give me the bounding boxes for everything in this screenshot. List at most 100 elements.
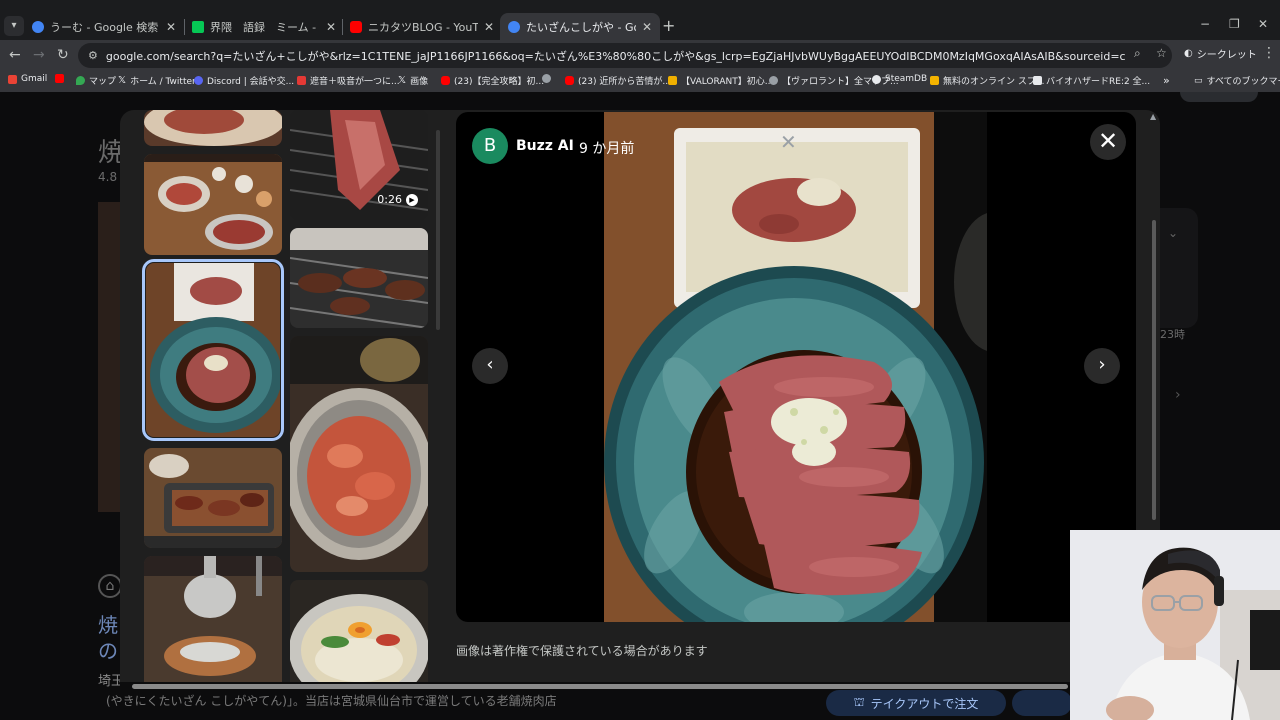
tab-title: たいざんこしがや - Google 検索 <box>526 20 636 34</box>
incognito-indicator[interactable]: ◐ シークレット <box>1184 46 1257 61</box>
thumbnail-scrollbar[interactable] <box>436 130 440 330</box>
bookmark-gmail[interactable]: Gmail <box>8 74 47 84</box>
all-bookmarks[interactable]: ▭すべてのブックマーク <box>1194 74 1280 88</box>
incognito-icon: ◐ <box>1184 48 1193 59</box>
thumbnail-image[interactable] <box>144 154 282 255</box>
bookmark-twitter[interactable]: 𝕏 ホーム / Twitter <box>118 74 196 87</box>
close-tab-icon[interactable]: ✕ <box>326 20 336 34</box>
incognito-label: シークレット <box>1196 50 1257 61</box>
grill-meat-thumbnail <box>290 228 428 328</box>
thumbnail-image[interactable] <box>144 448 282 548</box>
result-link[interactable]: 焼の <box>98 612 118 664</box>
bookmark-discord[interactable]: Discord | 会話や交... <box>194 74 294 87</box>
google-favicon-icon <box>32 20 44 33</box>
bookmark-youtube-noise[interactable]: (23) 近所から苦情が... <box>565 74 671 87</box>
takeout-button[interactable]: ⛫ テイクアウトで注文 <box>826 690 1006 716</box>
browser-menu-icon[interactable]: ⋮ <box>1262 45 1276 61</box>
secondary-button[interactable] <box>1012 690 1072 716</box>
meat-bowl-thumbnail <box>290 336 428 572</box>
window-close-button[interactable]: ✕ <box>1258 17 1268 31</box>
thumbnail-image-selected[interactable] <box>142 259 284 441</box>
viewer-scrollbar[interactable] <box>1152 220 1156 520</box>
close-icon: ✕ <box>1097 127 1119 155</box>
result-description: (やきにくたいざん こしがやてん)」。当店は宮城県仙台市で運営している老舗焼肉店 <box>106 694 557 708</box>
scroll-up-arrow-icon[interactable]: ▲ <box>1150 112 1156 121</box>
thumbnail-image[interactable] <box>290 580 428 690</box>
bookmark-biohazard[interactable]: バイオハザードRE:2 全... <box>1033 74 1150 87</box>
main-image-panel: B Buzz AI · 9 か月前 ‹ › ✕ <box>456 112 1136 622</box>
bookmark-globe[interactable] <box>542 74 555 83</box>
bookmark-star-icon[interactable]: ☆ <box>1156 46 1167 60</box>
source-name[interactable]: Buzz AI <box>516 138 574 154</box>
address-bar[interactable]: ⚙ google.com/search?q=たいざん+こしがや&rlz=1C1T… <box>78 43 1172 68</box>
steamdb-icon <box>872 74 881 84</box>
business-photo <box>98 202 120 512</box>
url-text[interactable]: google.com/search?q=たいざん+こしがや&rlz=1C1TEN… <box>106 48 1126 64</box>
horizontal-scrollbar[interactable] <box>132 684 1068 689</box>
close-icon[interactable]: ✕ <box>780 130 797 154</box>
chevron-right-icon: › <box>1098 354 1106 375</box>
tab-title: 界隈 語録 ミーム - LINE スタンプ <box>210 20 320 34</box>
bookmark-spreadsheet[interactable]: 無料のオンライン スプ... <box>930 74 1044 87</box>
zoom-icon[interactable]: ⌕ <box>1134 46 1141 61</box>
minimize-button[interactable]: − <box>1200 17 1210 31</box>
bookmark-maps[interactable]: マップ <box>76 74 116 87</box>
bookmark-youtube[interactable] <box>55 74 68 83</box>
thumbnail-image[interactable] <box>290 228 428 328</box>
source-avatar[interactable]: B <box>472 128 508 164</box>
line-favicon-icon <box>192 20 204 33</box>
bookmark-steamdb[interactable]: SteamDB <box>872 74 927 84</box>
thumbnail-image[interactable] <box>290 336 428 572</box>
new-tab-button[interactable]: + <box>662 16 675 35</box>
tab-search-button[interactable]: ▾ <box>4 16 24 36</box>
tab-2[interactable]: 界隈 語録 ミーム - LINE スタンプ ✕ <box>184 13 344 40</box>
forward-arrow-icon[interactable]: → <box>33 47 45 63</box>
image-viewer: 0:26 ▶ B Buzz AI · 9 か月前 ‹ › ✕ ✕ 画像は著作権で… <box>120 110 1160 690</box>
video-thumbnail[interactable]: 0:26 ▶ <box>290 110 428 220</box>
back-arrow-icon[interactable]: ← <box>9 47 21 63</box>
shop-icon <box>297 76 306 85</box>
thumbnail-image[interactable] <box>144 110 282 146</box>
background-pill <box>1180 92 1258 102</box>
website-icon: ⌂ <box>98 574 122 598</box>
reload-icon[interactable]: ↻ <box>57 47 69 63</box>
google-favicon-icon <box>508 20 520 33</box>
tab-4-active[interactable]: たいざんこしがや - Google 検索 ✕ <box>500 13 660 40</box>
image-icon <box>1033 76 1042 85</box>
chevron-right-icon[interactable]: › <box>1175 387 1181 403</box>
bookmark-soundproof[interactable]: 遮音＋吸音が一つに... <box>297 74 400 87</box>
source-separator: · <box>569 138 574 154</box>
restore-button[interactable]: ❐ <box>1229 17 1240 31</box>
hours-text: 23時 <box>1160 328 1185 341</box>
close-tab-icon[interactable]: ✕ <box>166 20 176 34</box>
bookmark-images[interactable]: 𝕏 画像 <box>398 74 428 87</box>
x-logo-icon: 𝕏 <box>398 75 407 86</box>
bookmark-valorant[interactable]: 【VALORANT】初心... <box>668 74 773 87</box>
tab-1[interactable]: うーむ - Google 検索 ✕ <box>24 13 184 40</box>
business-rating: 4.8 <box>98 170 118 184</box>
site-info-icon[interactable]: ⚙ <box>88 49 98 62</box>
youtube-icon <box>565 76 574 85</box>
next-image-button[interactable]: › <box>1084 348 1120 384</box>
previous-image-button[interactable]: ‹ <box>472 348 508 384</box>
youtube-icon <box>441 76 450 85</box>
close-tab-icon[interactable]: ✕ <box>642 20 652 34</box>
grill-thumbnail <box>144 448 282 548</box>
thumbnail-image[interactable] <box>144 556 282 690</box>
bookmark-youtube-guide[interactable]: (23)【完全攻略】初... <box>441 74 544 87</box>
streamer-webcam-feed <box>1070 530 1280 720</box>
bookmarks-overflow-button[interactable]: » <box>1163 74 1170 87</box>
chevron-down-icon[interactable]: ⌄ <box>1168 226 1178 240</box>
close-viewer-button[interactable]: ✕ <box>1090 124 1126 160</box>
tab-3[interactable]: ニカタツBLOG - YouTube ✕ <box>342 13 502 40</box>
tongue-plate-thumbnail <box>146 263 280 437</box>
microsoft-icon <box>930 76 939 85</box>
beef-tongue-photo[interactable] <box>604 112 987 622</box>
youtube-favicon-icon <box>350 20 362 33</box>
tab-strip: ▾ うーむ - Google 検索 ✕ 界隈 語録 ミーム - LINE スタン… <box>0 0 1280 40</box>
gmail-icon <box>8 74 17 84</box>
maps-icon <box>76 76 85 85</box>
valorant-icon <box>668 76 677 85</box>
play-icon: ▶ <box>406 193 418 206</box>
close-tab-icon[interactable]: ✕ <box>484 20 494 34</box>
